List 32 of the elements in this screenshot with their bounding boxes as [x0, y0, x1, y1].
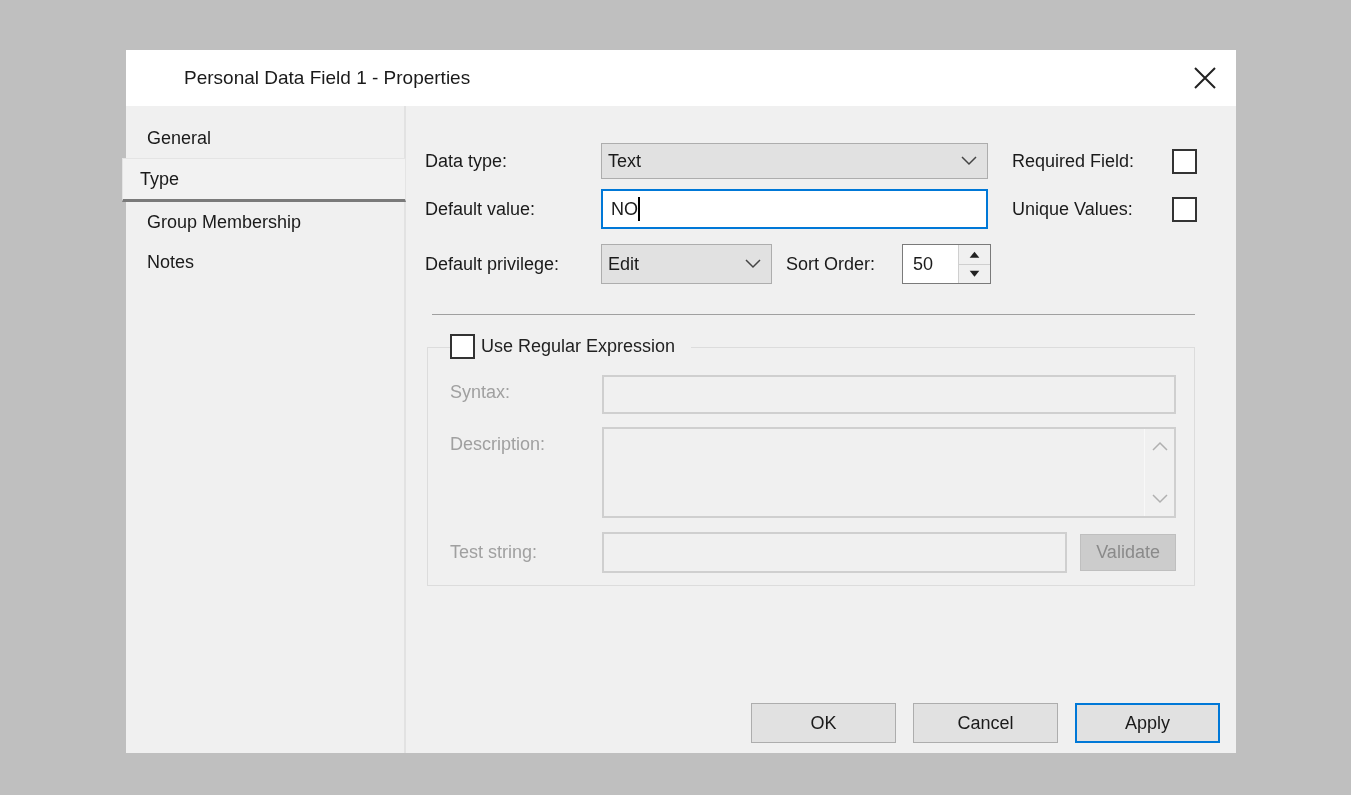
chevron-down-icon	[1151, 494, 1168, 504]
field-label: Unique Values:	[1012, 197, 1134, 221]
privilege-dropdown[interactable]: Edit	[601, 244, 772, 284]
field-label: Description:	[450, 433, 547, 456]
chevron-down-icon	[961, 156, 977, 166]
arrow-up-icon[interactable]	[959, 245, 990, 265]
data-type-dropdown[interactable]: Text	[601, 143, 988, 179]
description-field[interactable]	[601, 427, 1176, 518]
unique-checkbox[interactable]	[1172, 196, 1197, 222]
checkbox-label: Use Regular Expression	[481, 335, 676, 358]
field-label: Data type:	[425, 149, 509, 173]
sort-order-spinner[interactable]: 50	[902, 244, 991, 284]
sidebar-tab[interactable]: Group Membership	[126, 202, 404, 242]
field-label: Default privilege:	[425, 252, 561, 276]
field-label: Default value:	[425, 197, 537, 221]
default-value-field[interactable]: NO	[601, 189, 988, 229]
field-label: Required Field:	[1012, 149, 1136, 173]
sidebar-tab[interactable]: Notes	[126, 242, 404, 282]
sidebar-tab[interactable]: Type	[122, 158, 406, 202]
chevron-down-icon	[745, 259, 761, 269]
required-checkbox[interactable]	[1172, 148, 1197, 174]
window-title: Personal Data Field 1 - Properties	[184, 65, 471, 90]
field-label: Syntax:	[450, 381, 512, 404]
syntax-field[interactable]	[601, 375, 1176, 414]
dialog-button[interactable]: OK	[751, 703, 896, 743]
close-icon[interactable]	[1194, 67, 1216, 89]
field-label: Test string:	[450, 541, 539, 564]
field-label: Sort Order:	[786, 252, 877, 276]
dialog-button[interactable]: Apply	[1075, 703, 1220, 743]
dialog-button[interactable]: Cancel	[913, 703, 1058, 743]
test-string-field[interactable]	[601, 532, 1068, 573]
sidebar-tab[interactable]: General	[126, 118, 404, 158]
